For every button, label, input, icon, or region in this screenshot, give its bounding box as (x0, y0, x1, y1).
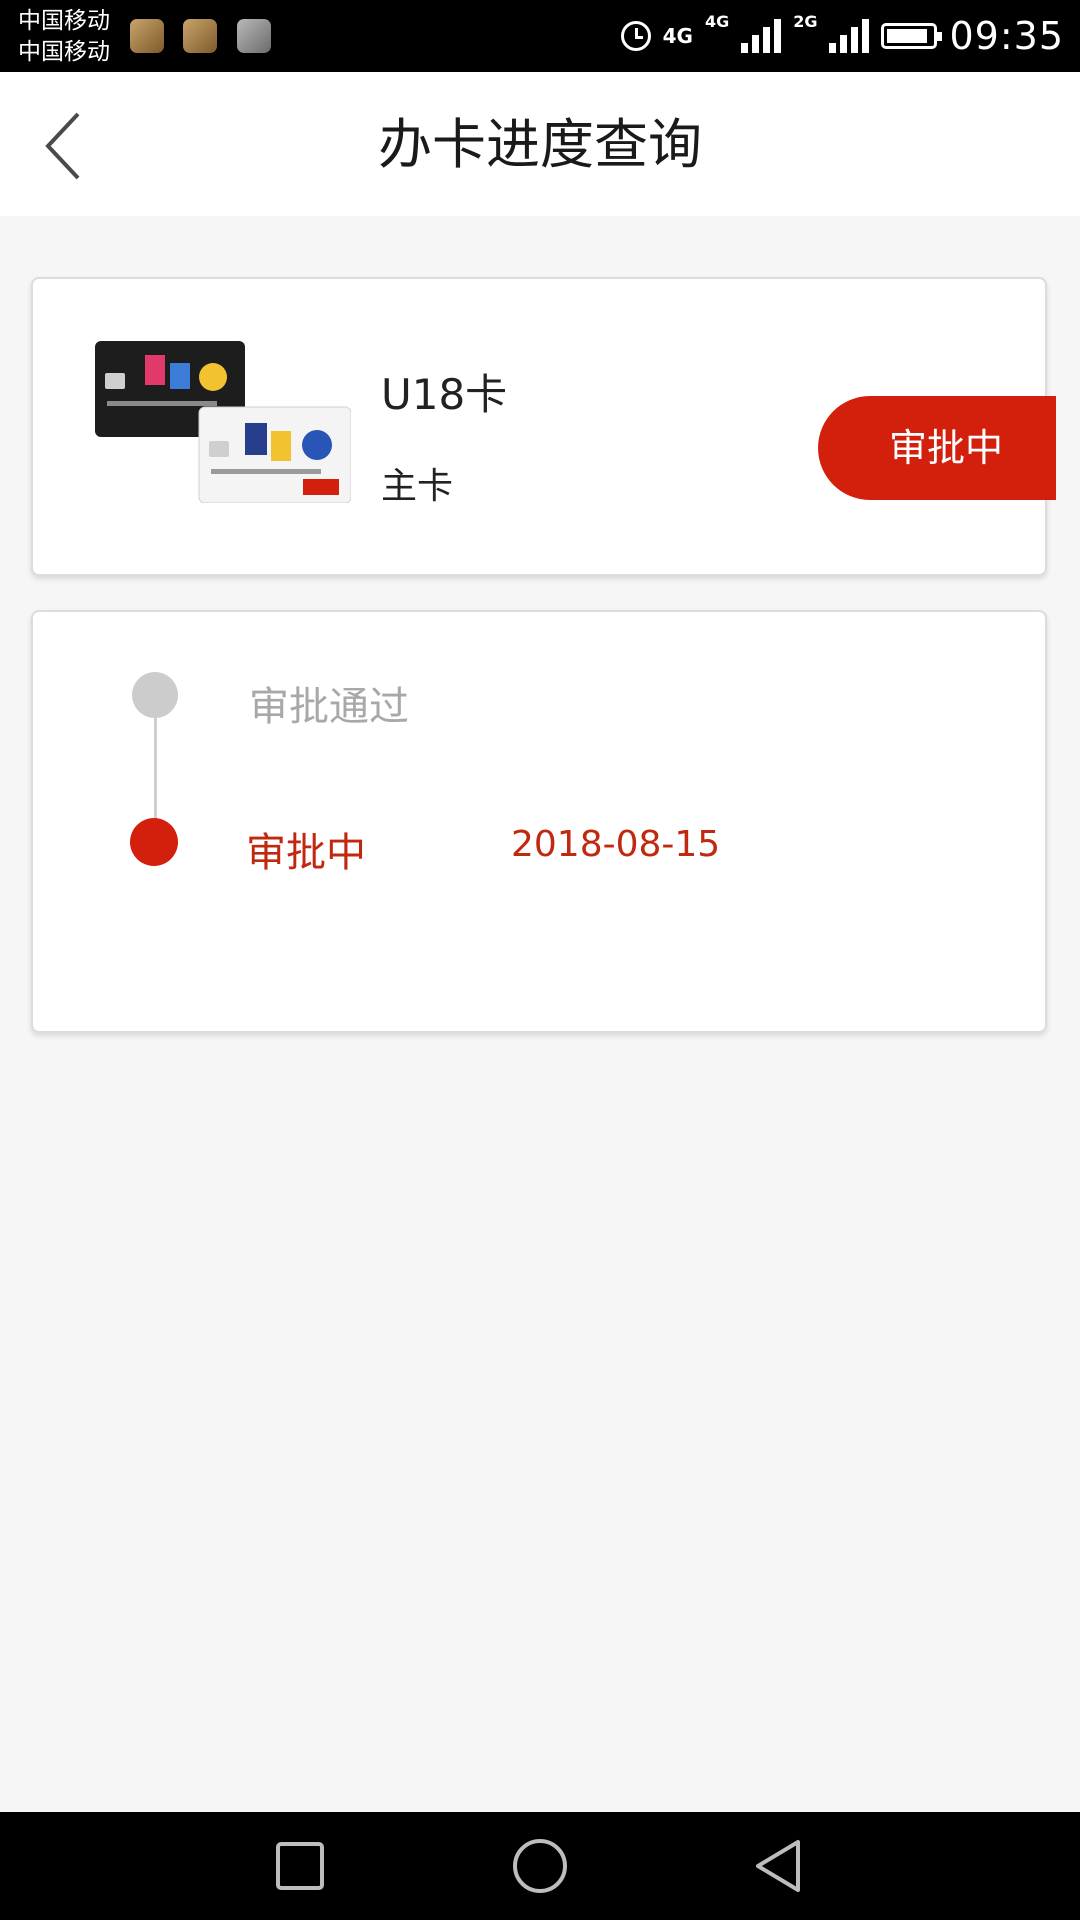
page-title: 办卡进度查询 (378, 113, 702, 176)
credit-card-image (95, 341, 351, 503)
carrier-info: 中国移动 中国移动 (18, 6, 110, 68)
home-icon (513, 1839, 567, 1893)
home-button[interactable] (510, 1836, 570, 1896)
nav-back-button[interactable] (750, 1836, 810, 1896)
network-type-2: 4G (704, 12, 730, 31)
recent-apps-icon (276, 1842, 324, 1890)
step-label-approved: 审批通过 (249, 684, 409, 730)
network-type-3: 2G (793, 12, 818, 31)
card-type: 主卡 (381, 466, 454, 507)
timeline-dot-current (130, 818, 178, 866)
health-app-icon (130, 19, 164, 53)
signal-icon-2 (829, 19, 870, 53)
status-bar: 中国移动 中国移动 4G 4G 2G 09:35 (0, 0, 1080, 72)
step-label-in-review: 审批中 (246, 830, 366, 876)
progress-panel: 审批通过 审批中 2018-08-15 (31, 610, 1047, 1033)
back-icon (756, 1840, 800, 1892)
alarm-icon (620, 21, 651, 51)
network-type-1: 4G (662, 24, 693, 48)
card-name: U18卡 (381, 370, 508, 419)
header: 办卡进度查询 (0, 72, 1080, 216)
battery-icon (881, 23, 943, 49)
status-badge: 审批中 (818, 396, 1056, 500)
signal-icon (741, 19, 782, 53)
photo-app-icon (237, 19, 271, 53)
carrier-1: 中国移动 (18, 8, 110, 34)
recent-apps-button[interactable] (270, 1836, 330, 1896)
status-icons: 4G 4G 2G 09:35 (620, 0, 1064, 72)
step-date: 2018-08-15 (511, 824, 721, 865)
carrier-2: 中国移动 (18, 39, 110, 65)
system-nav-bar (0, 1812, 1080, 1920)
clock: 09:35 (949, 14, 1064, 58)
document-app-icon (183, 19, 217, 53)
timeline-dot-done (132, 672, 178, 718)
